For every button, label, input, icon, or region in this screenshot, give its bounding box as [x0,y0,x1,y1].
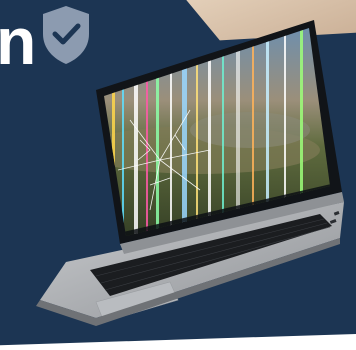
broken-screen-laptop [36,20,344,326]
